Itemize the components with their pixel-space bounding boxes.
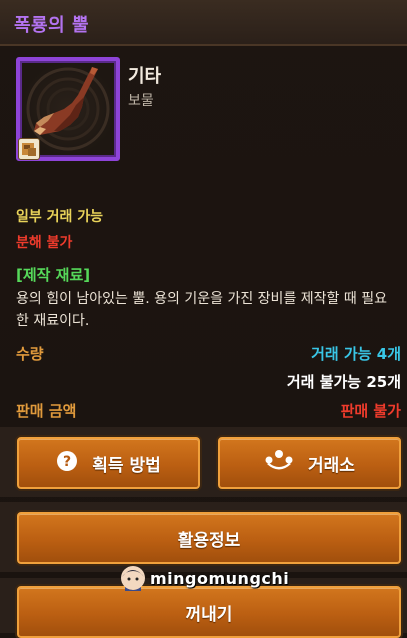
exchange-button[interactable]: 거래소 xyxy=(218,437,401,489)
take-out-button[interactable]: 꺼내기 xyxy=(17,586,401,638)
item-tooltip-panel: 폭룡의 뿔 기타 보물 일부 거래 가능 분해 불가 [제작 재료] 용의 힘이… xyxy=(0,0,407,638)
exchange-label: 거래소 xyxy=(308,455,355,476)
take-out-label: 꺼내기 xyxy=(185,604,233,625)
usage-info-label: 활용정보 xyxy=(177,530,241,551)
price-value: 판매 불가 xyxy=(340,402,401,420)
watermark: mingomungchi xyxy=(120,565,289,591)
avatar-icon xyxy=(121,566,145,591)
watermark-text: mingomungchi xyxy=(150,568,290,588)
item-name: 폭룡의 뿔 xyxy=(14,15,90,36)
disassemble-status: 분해 불가 xyxy=(16,235,73,251)
quantity-tradable: 거래 가능 4개 xyxy=(311,345,401,363)
acquire-method-button[interactable]: ? 획득 방법 xyxy=(17,437,200,489)
question-icon: ? xyxy=(56,450,78,477)
usage-info-button[interactable]: 활용정보 xyxy=(17,512,401,564)
material-header: [제작 재료] xyxy=(16,266,91,284)
trade-status: 일부 거래 가능 xyxy=(16,209,104,225)
item-subcategory: 보물 xyxy=(128,93,154,109)
quantity-untradable: 거래 불가능 25개 xyxy=(286,373,401,391)
button-row-1: ? 획득 방법 거래소 xyxy=(0,427,407,497)
title-bar: 폭룡의 뿔 xyxy=(0,0,407,46)
account-bound-icon xyxy=(18,138,40,160)
svg-text:?: ? xyxy=(63,454,71,470)
acquire-method-label: 획득 방법 xyxy=(92,455,161,476)
exchange-icon xyxy=(264,449,294,478)
quantity-label: 수량 xyxy=(16,345,44,363)
item-description: 용의 힘이 남아있는 뿔. 용의 기운을 가진 장비를 제작할 때 필요한 재료… xyxy=(16,291,387,329)
price-label: 판매 금액 xyxy=(16,402,77,420)
button-row-2: 활용정보 xyxy=(0,502,407,572)
item-category: 기타 xyxy=(128,66,162,87)
